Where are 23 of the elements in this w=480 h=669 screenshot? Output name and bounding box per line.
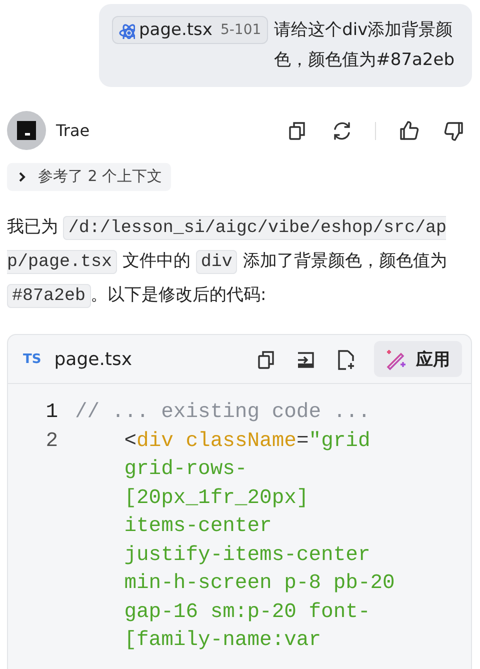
message-text: 请给这个div添加背景颜色，颜色值为#87a2eb	[274, 19, 456, 72]
code-line: <div className="grid	[123, 428, 372, 454]
code-line: [20px_1fr_20px]	[123, 486, 310, 512]
code-line: justify-items-center	[123, 542, 372, 568]
code-line: min-h-screen p-8 pb-20	[123, 571, 395, 597]
line-number: 2	[44, 428, 58, 454]
file-chip[interactable]: page.tsx 5-101	[112, 16, 268, 44]
code-line: grid-rows-	[123, 457, 248, 483]
language-label: TS	[23, 352, 42, 366]
magic-wand-icon	[384, 347, 408, 371]
code-line: items-center	[123, 514, 273, 540]
line-number: 1	[44, 400, 58, 426]
apply-button[interactable]: 应用	[374, 341, 462, 377]
file-name: page.tsx	[54, 348, 133, 370]
logo-icon	[17, 121, 36, 140]
answer-paragraph: 我已为 /d:/lesson_si/aigc/vibe/eshop/src/app/page.tsx 文件中的 div 添加了背景颜色，颜色值为 #87a2eb 。以下是修改后的代码:	[7, 215, 448, 310]
code-line: gap-16 sm:p-20 font-	[123, 600, 372, 626]
code-line: [family-name:var	[123, 628, 322, 654]
atom-icon	[117, 21, 135, 39]
assistant-name: Trae	[56, 121, 91, 140]
context-toggle[interactable]: 参考了 2 个上下文	[7, 163, 172, 191]
code-line: // ... existing code ...	[75, 400, 370, 426]
thumbs-up-icon[interactable]	[397, 118, 421, 142]
